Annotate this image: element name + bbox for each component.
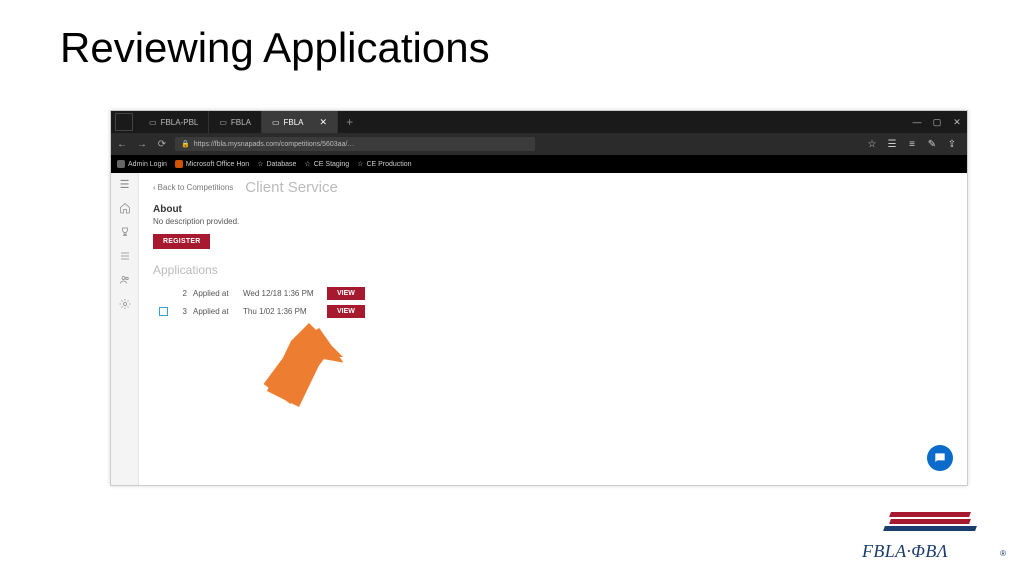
browser-tab[interactable]: ▭ FBLA (209, 111, 262, 133)
browser-tab-active[interactable]: ▭ FBLA ✕ (262, 111, 338, 133)
bookmark-item[interactable]: ☆ Database (257, 160, 296, 168)
star-icon[interactable]: ☆ (865, 137, 879, 151)
bookmark-favicon-icon (175, 160, 183, 168)
chat-fab-button[interactable] (927, 445, 953, 471)
fbla-logo: FBLA·ΦBΛ ® (862, 512, 1002, 564)
bookmark-label: Microsoft Office Hon (186, 161, 249, 168)
callout-arrow-icon (249, 323, 349, 423)
minimize-button[interactable]: — (907, 117, 927, 127)
reader-icon[interactable]: ☰ (885, 137, 899, 151)
back-link-label: Back to Competitions (158, 183, 234, 192)
bookmark-item[interactable]: Admin Login (117, 160, 167, 168)
applied-at-date: Thu 1/02 1:36 PM (243, 307, 323, 316)
home-icon[interactable] (118, 201, 132, 215)
close-tab-icon[interactable]: ✕ (320, 117, 328, 128)
url-input[interactable]: 🔒 https://fbla.mysnapads.com/competition… (175, 137, 535, 151)
star-icon: ☆ (304, 160, 310, 168)
page-title: Client Service (245, 179, 338, 196)
view-button[interactable]: VIEW (327, 287, 365, 300)
notes-icon[interactable]: ✎ (925, 137, 939, 151)
trophy-icon[interactable] (118, 225, 132, 239)
menu-icon[interactable]: ☰ (118, 177, 132, 191)
app-sidebar: ☰ (111, 173, 139, 485)
applied-at-label: Applied at (193, 289, 243, 298)
page-icon: ▭ (272, 118, 280, 127)
favorites-icon[interactable]: ≡ (905, 137, 919, 151)
browser-titlebar: ▭ FBLA-PBL ▭ FBLA ▭ FBLA ✕ + — ▢ ✕ (111, 111, 967, 133)
about-text: No description provided. (153, 217, 953, 226)
application-number: 2 (173, 289, 193, 298)
logo-text: FBLA·ΦBΛ (862, 541, 948, 562)
browser-tab[interactable]: ▭ FBLA-PBL (139, 111, 209, 133)
bookmark-label: CE Production (366, 161, 411, 168)
list-icon[interactable] (118, 249, 132, 263)
main-panel: ‹ Back to Competitions Client Service Ab… (139, 173, 967, 485)
refresh-button[interactable]: ⟳ (155, 137, 169, 151)
new-tab-button[interactable]: + (338, 115, 361, 129)
tab-label: FBLA (231, 118, 251, 127)
star-icon: ☆ (357, 160, 363, 168)
tab-label: FBLA-PBL (161, 118, 199, 127)
maximize-button[interactable]: ▢ (927, 117, 947, 128)
row-checkbox[interactable] (153, 307, 173, 316)
lock-icon: 🔒 (181, 140, 190, 148)
bookmarks-bar: Admin Login Microsoft Office Hon ☆ Datab… (111, 155, 967, 173)
users-icon[interactable] (118, 273, 132, 287)
page-content: ☰ ‹ Back to Competitions (111, 173, 967, 485)
view-button[interactable]: VIEW (327, 305, 365, 318)
bookmark-item[interactable]: Microsoft Office Hon (175, 160, 249, 168)
tab-label: FBLA (284, 118, 304, 127)
share-icon[interactable]: ⇪ (945, 137, 959, 151)
page-icon: ▭ (149, 118, 157, 127)
slide-title: Reviewing Applications (60, 24, 490, 72)
bookmark-favicon-icon (117, 160, 125, 168)
close-window-button[interactable]: ✕ (947, 117, 967, 128)
bookmark-label: Admin Login (128, 161, 167, 168)
about-heading: About (153, 204, 953, 215)
forward-button[interactable]: → (135, 137, 149, 151)
chat-icon (933, 451, 947, 465)
star-icon: ☆ (257, 160, 263, 168)
registered-mark: ® (1000, 549, 1006, 558)
back-to-competitions-link[interactable]: ‹ Back to Competitions (153, 183, 233, 192)
application-row: 2 Applied at Wed 12/18 1:36 PM VIEW (153, 285, 953, 301)
bookmark-label: Database (266, 161, 296, 168)
browser-addressbar: ← → ⟳ 🔒 https://fbla.mysnapads.com/compe… (111, 133, 967, 155)
browser-window: ▭ FBLA-PBL ▭ FBLA ▭ FBLA ✕ + — ▢ ✕ ← → ⟳… (110, 110, 968, 486)
register-button[interactable]: REGISTER (153, 234, 210, 249)
applications-heading: Applications (153, 263, 953, 277)
back-button[interactable]: ← (115, 137, 129, 151)
bookmark-item[interactable]: ☆ CE Production (357, 160, 411, 168)
application-number: 3 (173, 307, 193, 316)
chevron-left-icon: ‹ (153, 183, 156, 192)
application-row: 3 Applied at Thu 1/02 1:36 PM VIEW (153, 303, 953, 319)
applied-at-label: Applied at (193, 307, 243, 316)
gear-icon[interactable] (118, 297, 132, 311)
bookmark-item[interactable]: ☆ CE Staging (304, 160, 349, 168)
bookmark-label: CE Staging (314, 161, 349, 168)
applied-at-date: Wed 12/18 1:36 PM (243, 289, 323, 298)
logo-flag-icon (890, 512, 980, 536)
tab-preview-icon[interactable] (115, 113, 133, 131)
url-text: https://fbla.mysnapads.com/competitions/… (194, 141, 355, 148)
page-icon: ▭ (219, 118, 227, 127)
